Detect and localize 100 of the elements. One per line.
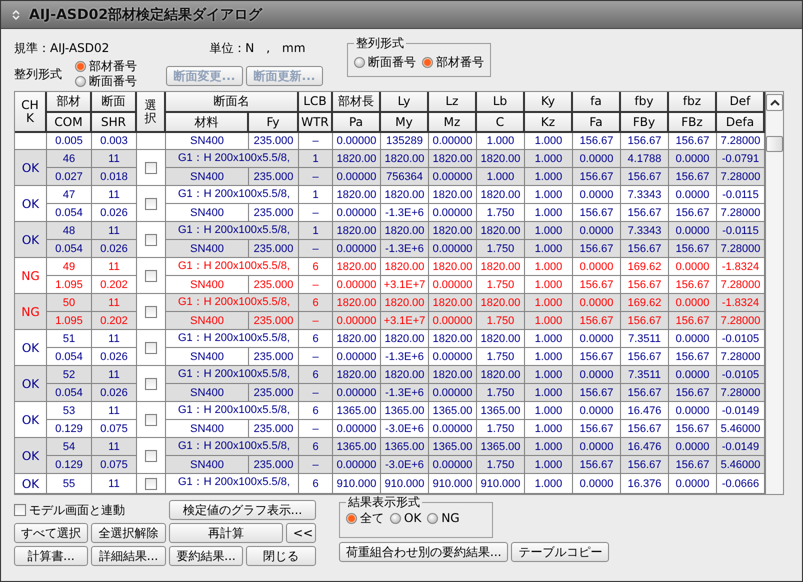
table-cell: 1.000 (477, 168, 525, 186)
table-cell: 1.000 (525, 384, 573, 402)
column-header[interactable]: CHK (15, 92, 47, 133)
table-cell: -1.8324 (717, 258, 765, 276)
close-button[interactable]: 閉じる (246, 546, 316, 566)
radio-option[interactable]: NG (427, 511, 460, 526)
select-all-button[interactable]: すべて選択 (14, 523, 88, 543)
table-cell: 1820.00 (429, 366, 477, 384)
column-header[interactable]: Lz (429, 92, 477, 113)
column-header[interactable]: fa (573, 92, 621, 113)
column-header[interactable]: Kz (525, 113, 573, 133)
checkbox-option[interactable]: モデル画面と連動 (14, 500, 166, 520)
radio-option[interactable]: 部材番号 (75, 59, 163, 74)
radio-option[interactable]: 全て (346, 511, 384, 526)
table-cell: 6 (299, 258, 333, 276)
table-cell: G1：H 200x100x5.5/8, (166, 366, 299, 384)
checkbox[interactable] (145, 198, 157, 210)
checkbox[interactable] (145, 378, 157, 390)
column-header[interactable]: COM (47, 113, 92, 133)
table-cell: 1.000 (525, 330, 573, 348)
checkbox[interactable] (145, 342, 157, 354)
column-header[interactable]: 材料 (166, 113, 249, 133)
table-cell: 0.129 (47, 456, 92, 474)
standard-label: 規準：AIJ-ASD02 (14, 40, 110, 57)
table-cell: -0.0149 (717, 402, 765, 420)
column-header[interactable]: 断面 (92, 92, 137, 113)
status-cell: OK (15, 186, 47, 222)
column-header[interactable]: Pa (333, 113, 381, 133)
collapse-button[interactable]: << (286, 523, 316, 543)
load-summary-button[interactable]: 荷重組合わせ別の要約結果... (339, 542, 508, 562)
table-copy-button[interactable]: テーブルコピー (511, 542, 610, 562)
checkbox[interactable] (145, 270, 157, 282)
table-cell: 0.0000 (669, 258, 717, 276)
radio-option[interactable]: 断面番号 (75, 74, 163, 89)
recalculate-button[interactable]: 再計算 (169, 523, 283, 543)
summary-button[interactable]: 要約結果... (169, 546, 243, 566)
table-cell: 0.0000 (573, 366, 621, 384)
table-cell: -1.3E+6 (381, 240, 429, 258)
table-cell: 0.00000 (429, 168, 477, 186)
table-cell: G1：H 200x100x5.5/8, (166, 186, 299, 204)
table-cell: 16.476 (621, 438, 669, 456)
radio-option[interactable]: 断面番号 (354, 54, 416, 70)
radio-option[interactable]: 部材番号 (422, 54, 484, 70)
radio-option[interactable]: OK (390, 511, 422, 526)
graph-button[interactable]: 検定値のグラフ表示... (169, 500, 316, 520)
column-header[interactable]: SHR (92, 113, 137, 133)
table-cell: 11 (92, 366, 137, 384)
column-header[interactable]: Ly (381, 92, 429, 113)
table-cell: 156.67 (573, 168, 621, 186)
table-cell: 0.0000 (669, 222, 717, 240)
column-header[interactable]: Mz (429, 113, 477, 133)
column-header[interactable]: fby (621, 92, 669, 113)
column-header[interactable]: 選択 (137, 92, 166, 133)
status-cell: OK (15, 330, 47, 366)
checkbox[interactable] (145, 234, 157, 246)
scrollbar[interactable] (766, 92, 783, 494)
table-cell: 0.00000 (333, 240, 381, 258)
column-header[interactable]: Fy (249, 113, 299, 133)
checkbox[interactable] (145, 414, 157, 426)
table-cell: 7.3511 (621, 330, 669, 348)
detail-button[interactable]: 詳細結果... (91, 546, 166, 566)
column-header[interactable]: 部材 (47, 92, 92, 113)
table-cell: 0.00000 (333, 312, 381, 330)
checkbox[interactable] (145, 450, 157, 462)
column-header[interactable]: 部材長 (333, 92, 381, 113)
table-cell: 11 (92, 222, 137, 240)
sort-label: 整列形式 (14, 66, 62, 82)
column-header[interactable]: LCB (299, 92, 333, 113)
table-cell: 1.750 (477, 312, 525, 330)
checkbox[interactable] (145, 162, 157, 174)
table-cell: 1365.00 (333, 402, 381, 420)
column-header[interactable]: Def (717, 92, 765, 113)
table-cell: 235.000 (249, 384, 299, 402)
column-header[interactable]: fbz (669, 92, 717, 113)
scroll-thumb[interactable] (766, 136, 783, 152)
column-header[interactable]: C (477, 113, 525, 133)
column-header[interactable]: Defa (717, 113, 765, 133)
group-title: 結果表示形式 (347, 494, 421, 511)
table-cell: 0.0000 (573, 222, 621, 240)
column-header[interactable]: WTR (299, 113, 333, 133)
column-header[interactable]: My (381, 113, 429, 133)
table-cell: 1.000 (525, 294, 573, 312)
column-header[interactable]: 断面名 (166, 92, 299, 113)
column-header[interactable]: Ky (525, 92, 573, 113)
table-cell: 169.62 (621, 258, 669, 276)
column-header[interactable]: Lb (477, 92, 525, 113)
checkbox[interactable] (145, 478, 157, 490)
table-cell: 1820.00 (333, 366, 381, 384)
scroll-up-icon[interactable] (770, 98, 780, 106)
column-header[interactable]: FBz (669, 113, 717, 133)
report-button[interactable]: 計算書... (14, 546, 88, 566)
table-cell: 1 (299, 150, 333, 168)
table-cell: 48 (47, 222, 92, 240)
table-cell: 1820.00 (429, 186, 477, 204)
column-header[interactable]: FBy (621, 113, 669, 133)
checkbox[interactable] (145, 306, 157, 318)
chevron-icon[interactable] (11, 8, 21, 20)
column-header[interactable]: Fa (573, 113, 621, 133)
deselect-all-button[interactable]: 全選択解除 (91, 523, 166, 543)
table-cell: 156.67 (621, 456, 669, 474)
